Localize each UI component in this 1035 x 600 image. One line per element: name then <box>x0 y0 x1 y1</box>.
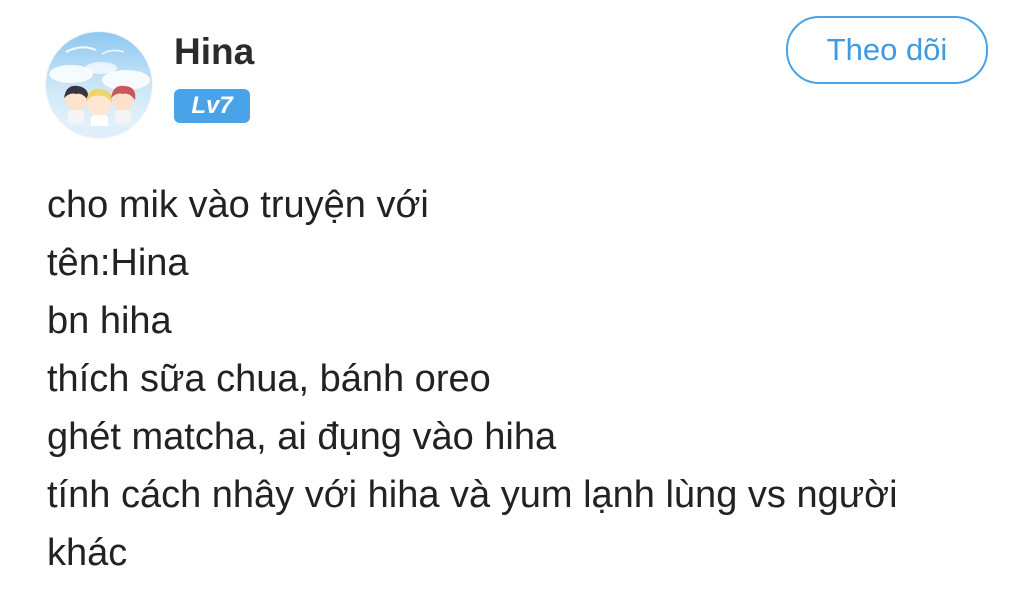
post-line: cho mik vào truyện với <box>47 184 429 226</box>
user-avatar[interactable] <box>46 32 152 138</box>
post-line: tên:Hina <box>47 242 189 284</box>
post-line: ghét matcha, ai đụng vào hiha <box>47 416 557 458</box>
post-card: Hina Lv7 Theo dõi cho mik vào truyện với… <box>0 0 1035 600</box>
post-line: bn hiha <box>47 300 172 342</box>
follow-button[interactable]: Theo dõi <box>786 16 988 84</box>
post-line: thích sữa chua, bánh oreo <box>47 358 491 400</box>
post-content: cho mik vào truyện với tên:Hina bn hiha … <box>47 176 1007 582</box>
post-line: tính cách nhây với hiha và yum lạnh lùng… <box>47 474 898 516</box>
level-badge: Lv7 <box>174 89 250 123</box>
anime-avatar-icon <box>46 32 152 138</box>
author-name[interactable]: Hina <box>174 31 254 73</box>
post-line: khác <box>47 532 128 574</box>
